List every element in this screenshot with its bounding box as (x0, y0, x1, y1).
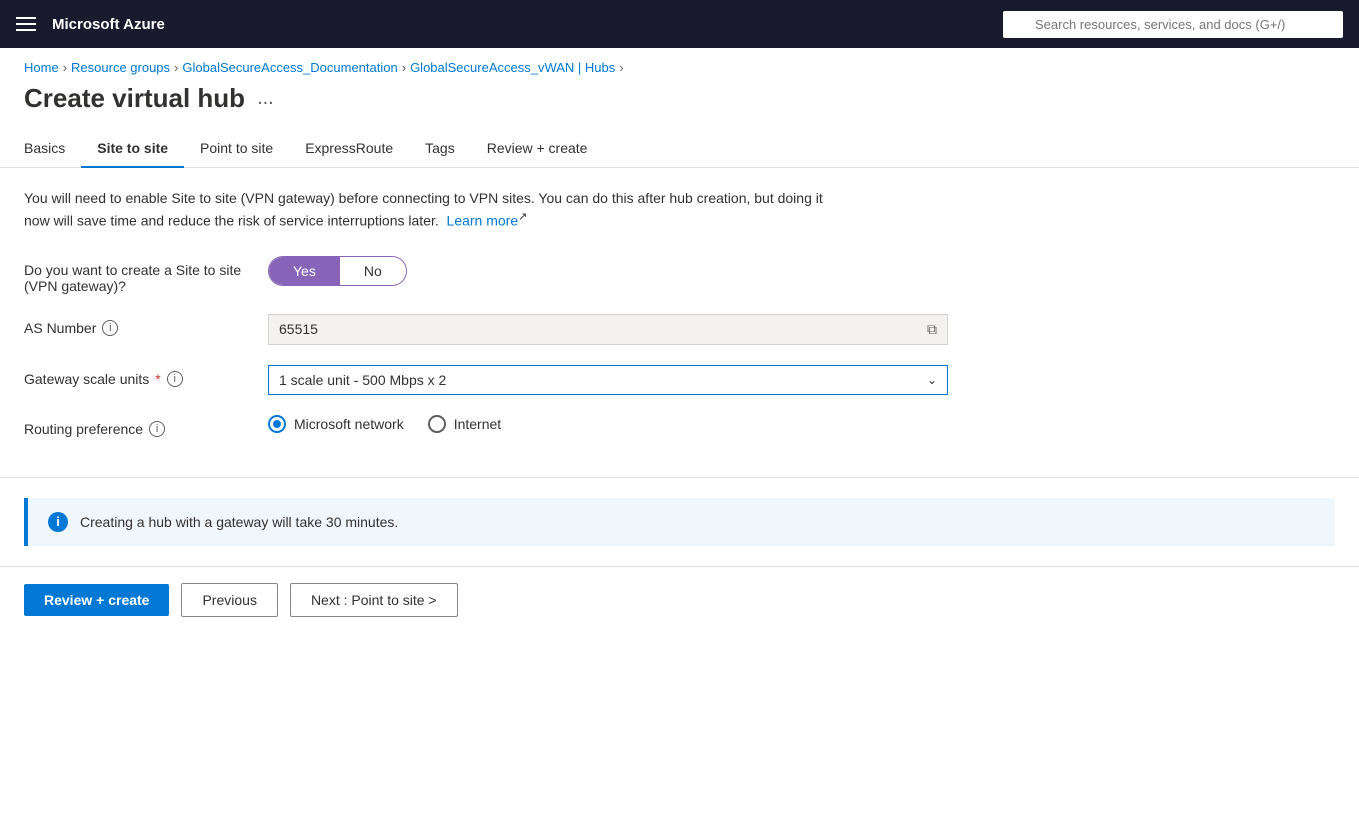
radio-internet[interactable]: Internet (428, 415, 501, 433)
breadcrumb-sep-2: › (174, 60, 178, 75)
hamburger-menu[interactable] (16, 17, 36, 31)
vpn-toggle-area: Yes No (268, 256, 948, 286)
tab-site-to-site[interactable]: Site to site (81, 130, 184, 168)
required-marker: * (155, 371, 160, 387)
as-number-info-icon[interactable]: i (102, 320, 118, 336)
copy-icon[interactable]: ⧉ (927, 321, 937, 338)
previous-button[interactable]: Previous (181, 583, 277, 617)
breadcrumb-vwan-hubs[interactable]: GlobalSecureAccess_vWAN | Hubs (410, 60, 615, 75)
tab-review-create[interactable]: Review + create (471, 130, 604, 168)
learn-more-link[interactable]: Learn more (447, 213, 519, 229)
gateway-scale-control: 1 scale unit - 500 Mbps x 2 ⌄ (268, 365, 948, 395)
app-title: Microsoft Azure (52, 16, 987, 33)
breadcrumb-sep-4: › (619, 60, 623, 75)
next-button[interactable]: Next : Point to site > (290, 583, 458, 617)
info-banner-wrapper: i Creating a hub with a gateway will tak… (0, 498, 1359, 546)
radio-microsoft-network-circle (268, 415, 286, 433)
radio-internet-label: Internet (454, 416, 501, 432)
toggle-yes[interactable]: Yes (269, 257, 340, 285)
routing-pref-info-icon[interactable]: i (149, 421, 165, 437)
yes-no-toggle: Yes No (268, 256, 407, 286)
section-divider (0, 477, 1359, 478)
page-title: Create virtual hub (24, 83, 245, 114)
radio-microsoft-network-label: Microsoft network (294, 416, 404, 432)
main-container: Home › Resource groups › GlobalSecureAcc… (0, 48, 1359, 822)
breadcrumb-home[interactable]: Home (24, 60, 59, 75)
info-banner-icon: i (48, 512, 68, 532)
gateway-scale-row: Gateway scale units * i 1 scale unit - 5… (24, 365, 1335, 395)
vpn-gateway-row: Do you want to create a Site to site (VP… (24, 256, 1335, 294)
breadcrumb-sep-3: › (402, 60, 406, 75)
tab-tags[interactable]: Tags (409, 130, 471, 168)
routing-pref-row: Routing preference i Microsoft network I… (24, 415, 1335, 437)
routing-pref-label: Routing preference i (24, 415, 244, 437)
bottom-bar: Review + create Previous Next : Point to… (0, 566, 1359, 633)
tab-content: You will need to enable Site to site (VP… (0, 168, 1359, 477)
breadcrumb: Home › Resource groups › GlobalSecureAcc… (0, 48, 1359, 75)
tabs-container: Basics Site to site Point to site Expres… (0, 130, 1359, 168)
toggle-no[interactable]: No (340, 257, 406, 285)
gateway-scale-info-icon[interactable]: i (167, 371, 183, 387)
info-banner-text: Creating a hub with a gateway will take … (80, 514, 398, 530)
vpn-gateway-label: Do you want to create a Site to site (VP… (24, 256, 244, 294)
radio-microsoft-network[interactable]: Microsoft network (268, 415, 404, 433)
tab-point-to-site[interactable]: Point to site (184, 130, 289, 168)
page-title-row: Create virtual hub ... (0, 75, 1359, 130)
gateway-scale-dropdown[interactable]: 1 scale unit - 500 Mbps x 2 ⌄ (268, 365, 948, 395)
as-number-input[interactable] (279, 321, 927, 337)
breadcrumb-sep-1: › (63, 60, 67, 75)
routing-radio-group: Microsoft network Internet (268, 415, 948, 433)
routing-pref-control: Microsoft network Internet (268, 415, 948, 433)
topbar: Microsoft Azure 🔍 (0, 0, 1359, 48)
as-number-input-wrapper: ⧉ (268, 314, 948, 345)
tab-expressroute[interactable]: ExpressRoute (289, 130, 409, 168)
as-number-label: AS Number i (24, 314, 244, 336)
gateway-scale-label: Gateway scale units * i (24, 365, 244, 387)
breadcrumb-resource-groups[interactable]: Resource groups (71, 60, 170, 75)
review-create-button[interactable]: Review + create (24, 584, 169, 616)
tab-basics[interactable]: Basics (24, 130, 81, 168)
breadcrumb-documentation[interactable]: GlobalSecureAccess_Documentation (182, 60, 397, 75)
dropdown-arrow-icon: ⌄ (927, 373, 937, 387)
as-number-row: AS Number i ⧉ (24, 314, 1335, 345)
external-link-icon: ↗ (518, 211, 527, 223)
info-banner: i Creating a hub with a gateway will tak… (24, 498, 1335, 546)
page-title-menu[interactable]: ... (257, 87, 274, 110)
search-input[interactable] (1003, 11, 1343, 38)
search-wrapper: 🔍 (1003, 11, 1343, 38)
radio-internet-circle (428, 415, 446, 433)
info-text: You will need to enable Site to site (VP… (24, 188, 844, 232)
as-number-control: ⧉ (268, 314, 948, 345)
